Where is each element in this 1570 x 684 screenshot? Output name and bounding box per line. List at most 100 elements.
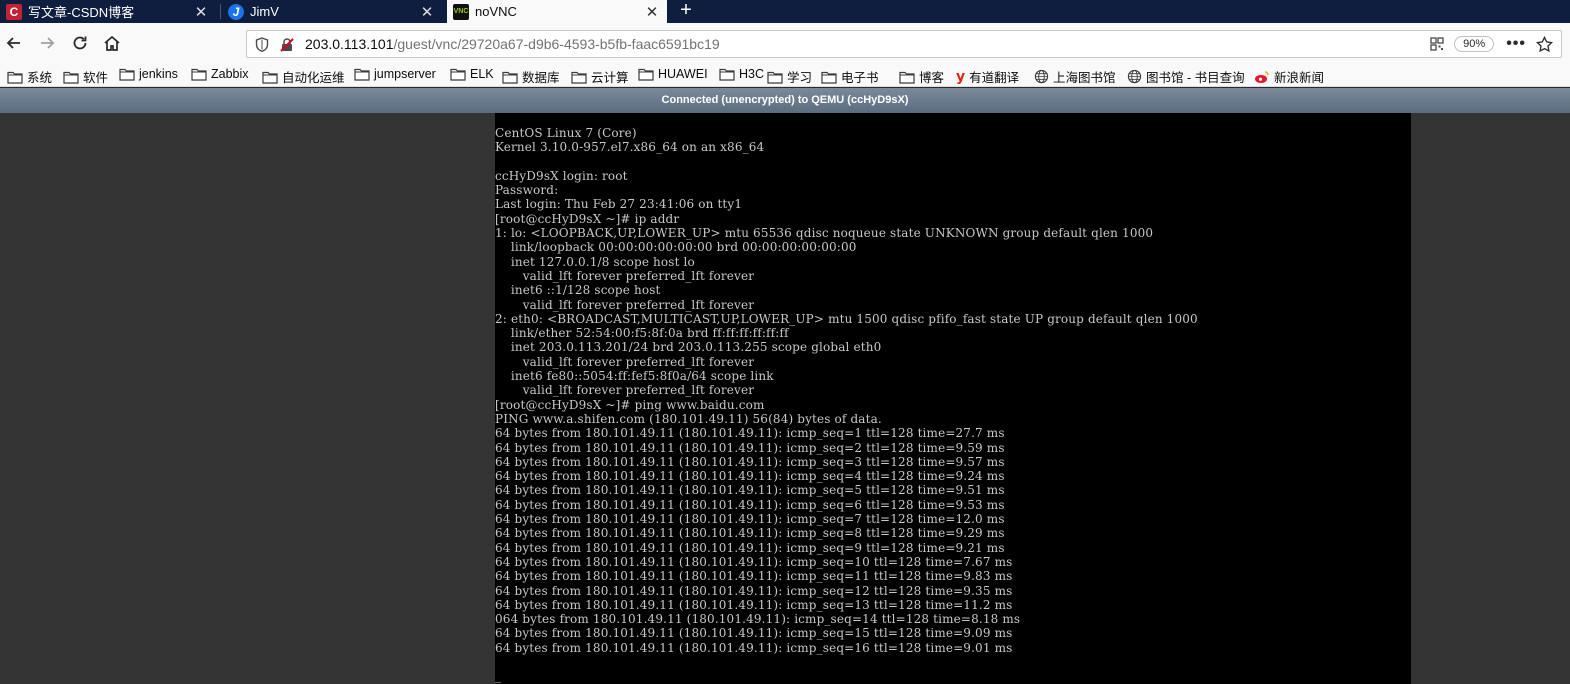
terminal-line: 64 bytes from 180.101.49.11 (180.101.49.… xyxy=(495,583,1013,598)
terminal-line: 64 bytes from 180.101.49.11 (180.101.49.… xyxy=(495,597,1013,612)
folder-icon xyxy=(7,70,23,84)
terminal-line: 64 bytes from 180.101.49.11 (180.101.49.… xyxy=(495,640,1013,655)
terminal-line: CentOS Linux 7 (Core) xyxy=(495,126,637,140)
bookmark-label: 上海图书馆 xyxy=(1053,71,1116,85)
url-text[interactable]: 203.0.113.101/guest/vnc/29720a67-d9b6-45… xyxy=(305,36,720,52)
terminal-line: inet6 ::1/128 scope host xyxy=(495,283,661,298)
bookmark-item[interactable]: 电子书 xyxy=(821,67,879,86)
bookmark-label: 图书馆 - 书目查询 xyxy=(1146,71,1245,85)
terminal-line: 64 bytes from 180.101.49.11 (180.101.49.… xyxy=(495,554,1013,569)
address-bar-actions: 90% ••• xyxy=(1430,35,1553,53)
terminal-line: 64 bytes from 180.101.49.11 (180.101.49.… xyxy=(495,526,1005,541)
jimv-icon: J xyxy=(228,3,244,20)
bookmark-item[interactable]: 自动化运维 xyxy=(262,67,345,86)
zoom-level-button[interactable]: 90% xyxy=(1454,36,1495,52)
terminal-line: 64 bytes from 180.101.49.11 (180.101.49.… xyxy=(495,483,1005,498)
folder-icon xyxy=(899,70,915,84)
tab-csdn[interactable]: C 写文章-CSDN博客 ✕ xyxy=(0,0,216,23)
bookmark-label: jumpserver xyxy=(374,67,436,81)
terminal-line: Password: xyxy=(495,183,559,198)
terminal-line: 64 bytes from 180.101.49.11 (180.101.49.… xyxy=(495,497,1005,512)
folder-icon xyxy=(571,70,587,84)
tab-novnc[interactable]: VNC noVNC ✕ xyxy=(447,0,667,23)
terminal-line: 64 bytes from 180.101.49.11 (180.101.49.… xyxy=(495,440,1005,455)
bookmark-item[interactable]: jenkins xyxy=(119,67,178,81)
globe-icon xyxy=(1127,69,1142,84)
folder-icon xyxy=(191,67,207,81)
terminal-line: 64 bytes from 180.101.49.11 (180.101.49.… xyxy=(495,426,1005,441)
terminal-line: 64 bytes from 180.101.49.11 (180.101.49.… xyxy=(495,469,1005,484)
bookmark-item[interactable]: 数据库 xyxy=(502,67,560,86)
globe-icon xyxy=(1034,69,1049,84)
home-button[interactable] xyxy=(100,31,124,55)
forward-arrow-icon xyxy=(41,37,55,49)
tab-separator xyxy=(220,4,221,19)
bookmark-star-icon[interactable] xyxy=(1536,35,1553,53)
terminal-line: 1: lo: <LOOPBACK,UP,LOWER_UP> mtu 65536 … xyxy=(495,226,1154,241)
youdao-icon: y xyxy=(956,68,966,85)
bookmark-item[interactable]: 新浪新闻 xyxy=(1254,67,1324,86)
vnc-viewport: CentOS Linux 7 (Core) Kernel 3.10.0-957.… xyxy=(0,113,1570,684)
bookmark-item[interactable]: 系统 xyxy=(7,67,52,86)
folder-icon xyxy=(502,70,518,84)
terminal-line: valid_lft forever preferred_lft forever xyxy=(495,297,755,312)
navigation-bar: 203.0.113.101/guest/vnc/29720a67-d9b6-45… xyxy=(0,23,1570,63)
terminal-line: inet6 fe80::5054:ff:fef5:8f0a/64 scope l… xyxy=(495,369,774,384)
back-arrow-icon xyxy=(6,37,20,49)
bookmark-item[interactable]: 软件 xyxy=(63,67,108,86)
bookmark-label: 电子书 xyxy=(841,71,879,85)
bookmark-item[interactable]: 图书馆 - 书目查询 xyxy=(1127,67,1245,86)
tab-title: 写文章-CSDN博客 xyxy=(28,5,135,20)
close-icon[interactable]: ✕ xyxy=(418,3,436,21)
bookmark-label: 新浪新闻 xyxy=(1274,71,1325,85)
bookmark-item[interactable]: 上海图书馆 xyxy=(1034,67,1116,86)
insecure-lock-icon[interactable] xyxy=(279,37,295,53)
terminal-line: 64 bytes from 180.101.49.11 (180.101.49.… xyxy=(495,569,1013,584)
vnc-console-screen[interactable]: CentOS Linux 7 (Core) Kernel 3.10.0-957.… xyxy=(495,113,1411,684)
tab-jimv[interactable]: J JimV ✕ xyxy=(222,0,442,23)
bookmark-label: Zabbix xyxy=(211,67,249,81)
bookmark-item[interactable]: 博客 xyxy=(899,67,944,86)
address-bar[interactable]: 203.0.113.101/guest/vnc/29720a67-d9b6-45… xyxy=(246,30,1562,58)
terminal-line: valid_lft forever preferred_lft forever xyxy=(495,354,755,369)
terminal-line: Kernel 3.10.0-957.el7.x86_64 on an x86_6… xyxy=(495,140,765,155)
bookmark-label: 软件 xyxy=(83,71,109,85)
close-icon[interactable]: ✕ xyxy=(643,3,661,21)
bookmark-label: H3C xyxy=(739,67,765,81)
folder-icon xyxy=(262,70,278,84)
close-icon[interactable]: ✕ xyxy=(192,3,210,21)
new-tab-button[interactable]: + xyxy=(676,0,696,23)
bookmark-label: 有道翻译 xyxy=(969,71,1020,85)
bookmark-item[interactable]: Zabbix xyxy=(191,67,249,81)
terminal-line: 64 bytes from 180.101.49.11 (180.101.49.… xyxy=(495,540,1005,555)
bookmark-item[interactable]: y 有道翻译 xyxy=(956,67,1019,86)
terminal-line: inet 203.0.113.201/24 brd 203.0.113.255 … xyxy=(495,340,882,355)
folder-icon xyxy=(821,70,837,84)
tab-strip: C 写文章-CSDN博客 ✕ J JimV ✕ VNC noVNC ✕ + xyxy=(0,0,1570,23)
bookmark-item[interactable]: jumpserver xyxy=(354,67,436,81)
folder-icon xyxy=(63,70,79,84)
tab-title: JimV xyxy=(250,4,279,19)
page-actions-menu-icon[interactable]: ••• xyxy=(1506,35,1526,53)
bookmark-item[interactable]: H3C xyxy=(719,67,764,81)
folder-icon xyxy=(767,70,783,84)
forward-button[interactable] xyxy=(35,31,59,55)
terminal-line: PING www.a.shifen.com (180.101.49.11) 56… xyxy=(495,411,882,426)
bookmark-label: 自动化运维 xyxy=(282,71,345,85)
bookmark-label: 云计算 xyxy=(591,71,629,85)
folder-icon xyxy=(638,67,654,81)
bookmark-item[interactable]: 学习 xyxy=(767,67,812,86)
url-path: /guest/vnc/29720a67-d9b6-4593-b5fb-faac6… xyxy=(393,36,720,52)
back-button[interactable] xyxy=(2,31,26,55)
terminal-line: valid_lft forever preferred_lft forever xyxy=(495,268,755,283)
bookmarks-toolbar: 系统 软件 jenkins Zabbix 自动化运维 jumpserver ELK 数据库 云计… xyxy=(0,63,1570,87)
qr-code-icon[interactable] xyxy=(1430,37,1444,51)
terminal-line: 064 bytes from 180.101.49.11 (180.101.49… xyxy=(495,612,1021,627)
bookmark-item[interactable]: ELK xyxy=(450,67,494,81)
bookmark-item[interactable]: HUAWEI xyxy=(638,67,708,81)
csdn-icon: C xyxy=(6,3,22,20)
folder-icon xyxy=(719,67,735,81)
reload-button[interactable] xyxy=(68,31,92,55)
shield-icon[interactable] xyxy=(255,37,269,52)
bookmark-item[interactable]: 云计算 xyxy=(571,67,629,86)
